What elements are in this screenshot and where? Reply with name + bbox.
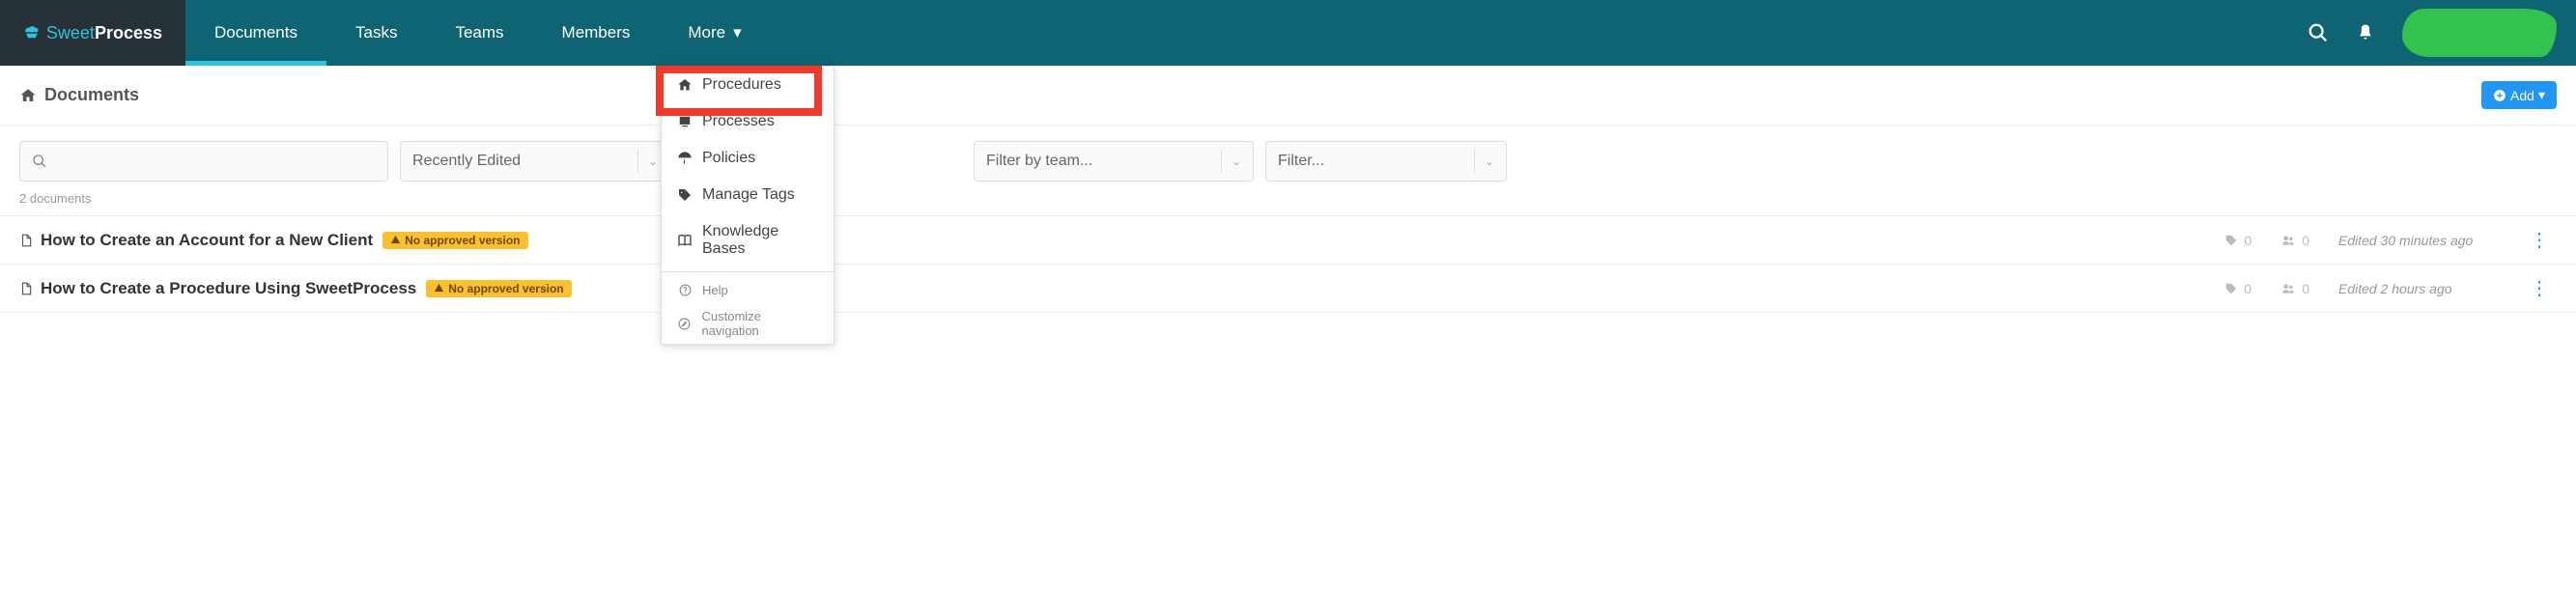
document-icon bbox=[19, 233, 33, 248]
document-title: How to Create a Procedure Using SweetPro… bbox=[41, 279, 416, 298]
document-list: How to Create an Account for a New Clien… bbox=[0, 215, 2576, 313]
caret-down-icon: ▾ bbox=[2538, 87, 2545, 103]
dropdown-customize-nav[interactable]: Customize navigation bbox=[662, 303, 834, 344]
sort-select[interactable]: Recently Edited ⌄ bbox=[400, 141, 670, 182]
filter-select-label: Filter... bbox=[1278, 153, 1324, 170]
dropdown-procedures-label: Procedures bbox=[702, 76, 781, 94]
warning-icon bbox=[434, 283, 444, 294]
search-input[interactable] bbox=[19, 141, 388, 182]
topbar-right bbox=[2307, 0, 2576, 66]
nav-documents[interactable]: Documents bbox=[185, 0, 326, 66]
edited-timestamp: Edited 2 hours ago bbox=[2338, 281, 2493, 296]
breadcrumb-label: Documents bbox=[44, 85, 139, 105]
search-icon bbox=[32, 154, 47, 169]
nav-more-label: More bbox=[688, 23, 725, 42]
add-button-label: Add bbox=[2510, 88, 2534, 103]
dropdown-help-label: Help bbox=[702, 283, 728, 297]
logo-icon bbox=[23, 24, 41, 42]
filter-bar: Recently Edited ⌄ Filter by team... ⌄ Fi… bbox=[0, 126, 2576, 191]
dropdown-knowledge-bases-label: Knowledge Bases bbox=[702, 223, 818, 258]
nav-more[interactable]: More ▾ bbox=[659, 0, 770, 66]
dropdown-divider bbox=[662, 271, 834, 272]
nav-tasks[interactable]: Tasks bbox=[326, 0, 426, 66]
bell-icon[interactable] bbox=[2356, 23, 2375, 42]
logo[interactable]: SweetProcess bbox=[0, 0, 185, 66]
compass-icon bbox=[677, 316, 693, 331]
umbrella-icon bbox=[677, 151, 693, 166]
breadcrumb[interactable]: Documents bbox=[19, 85, 139, 105]
avatar[interactable] bbox=[2402, 9, 2557, 57]
tag-count: 0 bbox=[2224, 281, 2251, 296]
home-icon bbox=[677, 77, 693, 93]
team-filter-select[interactable]: Filter by team... ⌄ bbox=[974, 141, 1254, 182]
document-count: 2 documents bbox=[0, 191, 2576, 215]
dropdown-processes[interactable]: Processes bbox=[662, 103, 834, 140]
edited-timestamp: Edited 30 minutes ago bbox=[2338, 233, 2493, 248]
dropdown-processes-label: Processes bbox=[702, 113, 775, 130]
dropdown-manage-tags-label: Manage Tags bbox=[702, 186, 795, 204]
document-row[interactable]: How to Create a Procedure Using SweetPro… bbox=[0, 265, 2576, 313]
dropdown-policies[interactable]: Policies bbox=[662, 140, 834, 177]
team-filter-label: Filter by team... bbox=[986, 153, 1092, 170]
main-nav: Documents Tasks Teams Members More ▾ bbox=[185, 0, 771, 66]
status-badge: No approved version bbox=[426, 280, 571, 297]
book-icon bbox=[677, 233, 693, 248]
logo-text: SweetProcess bbox=[46, 23, 162, 43]
tag-icon bbox=[677, 187, 693, 203]
filter-select[interactable]: Filter... ⌄ bbox=[1265, 141, 1507, 182]
row-menu-button[interactable]: ⋮ bbox=[2522, 228, 2557, 252]
search-icon[interactable] bbox=[2307, 22, 2329, 43]
nav-members[interactable]: Members bbox=[533, 0, 660, 66]
dropdown-help[interactable]: Help bbox=[662, 276, 834, 303]
document-meta: 0 0 Edited 30 minutes ago ⋮ bbox=[2224, 228, 2557, 252]
warning-icon bbox=[390, 235, 401, 245]
people-icon bbox=[2280, 282, 2296, 295]
dropdown-policies-label: Policies bbox=[702, 150, 755, 167]
dropdown-procedures[interactable]: Procedures bbox=[662, 67, 834, 103]
add-button[interactable]: Add ▾ bbox=[2481, 81, 2557, 109]
document-title: How to Create an Account for a New Clien… bbox=[41, 231, 373, 250]
tag-count: 0 bbox=[2224, 233, 2251, 248]
chevron-down-icon: ⌄ bbox=[1474, 150, 1494, 173]
caret-down-icon: ▾ bbox=[733, 23, 742, 42]
chevron-down-icon: ⌄ bbox=[1221, 150, 1241, 173]
document-icon bbox=[19, 281, 33, 296]
status-badge: No approved version bbox=[382, 232, 527, 249]
more-dropdown: Procedures Processes Policies Manage Tag… bbox=[661, 66, 835, 345]
sort-select-label: Recently Edited bbox=[412, 153, 521, 170]
badge-label: No approved version bbox=[405, 234, 520, 247]
dropdown-knowledge-bases[interactable]: Knowledge Bases bbox=[662, 213, 834, 267]
processes-icon bbox=[677, 114, 693, 129]
home-icon bbox=[19, 87, 37, 104]
help-icon bbox=[677, 282, 693, 297]
chevron-down-icon: ⌄ bbox=[637, 150, 658, 173]
plus-circle-icon bbox=[2493, 89, 2506, 102]
page-header: Documents Add ▾ bbox=[0, 66, 2576, 126]
watcher-count: 0 bbox=[2280, 281, 2309, 296]
nav-teams[interactable]: Teams bbox=[426, 0, 532, 66]
top-nav-bar: SweetProcess Documents Tasks Teams Membe… bbox=[0, 0, 2576, 66]
people-icon bbox=[2280, 234, 2296, 247]
document-row[interactable]: How to Create an Account for a New Clien… bbox=[0, 215, 2576, 265]
row-menu-button[interactable]: ⋮ bbox=[2522, 276, 2557, 300]
dropdown-customize-nav-label: Customize navigation bbox=[702, 309, 818, 338]
watcher-count: 0 bbox=[2280, 233, 2309, 248]
dropdown-manage-tags[interactable]: Manage Tags bbox=[662, 177, 834, 213]
badge-label: No approved version bbox=[448, 282, 563, 295]
document-meta: 0 0 Edited 2 hours ago ⋮ bbox=[2224, 276, 2557, 300]
tag-icon bbox=[2224, 234, 2238, 247]
tag-icon bbox=[2224, 282, 2238, 295]
